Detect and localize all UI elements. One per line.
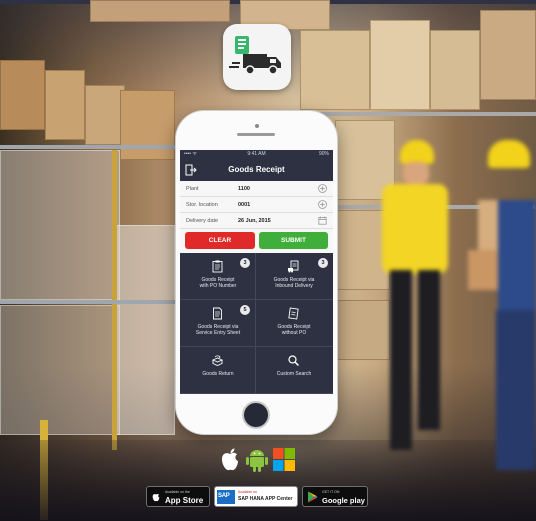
nav-title: Goods Receipt (228, 165, 285, 174)
badge-caption: GET IT ON (322, 490, 340, 494)
apple-icon (222, 448, 238, 471)
windows-icon (273, 448, 295, 471)
badge-caption: Available on (238, 490, 258, 494)
field-value: 26 Jun, 2015 (238, 218, 271, 224)
sap-app-center-badge[interactable]: SAP Available on SAP HANA APP Center (214, 486, 298, 507)
android-icon (246, 450, 268, 472)
count-badge: 3 (318, 258, 328, 268)
google-play-badge[interactable]: GET IT ON Google play (302, 486, 368, 507)
wrapped-pallet (115, 225, 175, 435)
box (120, 90, 175, 160)
apple-icon (152, 493, 160, 502)
tile-label: Goods Receipt via Service Entry Sheet (195, 324, 241, 336)
calendar-icon[interactable] (318, 216, 327, 225)
box (370, 20, 430, 110)
shelf-beam (300, 112, 536, 116)
field-value: 0001 (238, 202, 251, 208)
app-store-badge[interactable]: Available on the App Store (146, 486, 210, 507)
field-label: Plant (186, 186, 199, 192)
action-bar: CLEAR SUBMIT (180, 229, 333, 253)
sap-logo: SAP (217, 490, 235, 504)
truck-clipboard-icon (288, 260, 299, 273)
clear-button[interactable]: CLEAR (185, 232, 255, 249)
tile-custom-search[interactable]: Custom Search (256, 347, 333, 394)
search-icon (288, 355, 300, 367)
phone-speaker (237, 133, 275, 136)
battery-level: 90% (318, 151, 329, 157)
tile-gr-without-po[interactable]: Goods Receipt without PO (256, 300, 333, 347)
tile-gr-service-entry[interactable]: 5 Goods Receipt via Service Entry Sheet (180, 300, 256, 347)
google-play-icon (308, 491, 318, 503)
home-button[interactable] (242, 401, 270, 429)
menu-grid: 3 Goods Receipt with PO Number 3 Goods R… (180, 253, 333, 394)
storage-location-field[interactable]: Stor. location 0001 (180, 197, 333, 213)
status-time: 9:41 AM (247, 151, 266, 157)
field-label: Stor. location (186, 202, 218, 208)
nav-bar: Goods Receipt (180, 159, 333, 181)
worker-figure (468, 140, 536, 480)
box (90, 0, 230, 22)
wrapped-pallet (0, 305, 120, 435)
field-value: 1100 (238, 186, 250, 192)
note-icon (288, 307, 299, 320)
tile-goods-return[interactable]: Goods Return (180, 347, 256, 394)
count-badge: 5 (240, 305, 250, 315)
plus-circle-icon[interactable] (318, 184, 327, 193)
box-return-icon (211, 355, 224, 366)
tile-gr-with-po[interactable]: 3 Goods Receipt with PO Number (180, 253, 256, 300)
tile-label: Goods Return (202, 371, 234, 377)
box (85, 85, 125, 145)
wrapped-pallet (0, 150, 120, 300)
tile-label: Goods Receipt with PO Number (199, 277, 237, 289)
clipboard-icon (212, 260, 223, 273)
app-icon[interactable] (223, 24, 291, 90)
badge-title: SAP HANA APP Center (238, 496, 293, 502)
tile-label: Goods Receipt via Inbound Delivery (273, 277, 315, 289)
plus-circle-icon[interactable] (318, 200, 327, 209)
box (0, 60, 45, 130)
status-bar: •••• ᯤ 9:41 AM 90% (180, 150, 333, 159)
delivery-date-field[interactable]: Delivery date 26 Jun, 2015 (180, 213, 333, 229)
box (430, 30, 480, 110)
badge-title: Google play (322, 496, 365, 505)
tile-label: Custom Search (276, 371, 312, 377)
phone-screen: •••• ᯤ 9:41 AM 90% Goods Receipt Plant 1… (180, 150, 333, 394)
shelf-beam (0, 300, 175, 304)
field-label: Delivery date (186, 218, 219, 224)
tile-gr-inbound-delivery[interactable]: 3 Goods Receipt via Inbound Delivery (256, 253, 333, 300)
box (300, 30, 370, 110)
shelf-beam (0, 145, 175, 149)
worker-figure (380, 140, 455, 460)
badge-caption: Available on the (165, 490, 190, 494)
count-badge: 3 (240, 258, 250, 268)
tile-label: Goods Receipt without PO (277, 324, 311, 336)
receipt-form: Plant 1100 Stor. location 0001 Delivery … (180, 181, 333, 229)
box (480, 10, 536, 100)
plant-field[interactable]: Plant 1100 (180, 181, 333, 197)
document-icon (213, 307, 222, 320)
box (45, 70, 85, 140)
submit-button[interactable]: SUBMIT (259, 232, 328, 249)
badge-title: App Store (165, 496, 204, 505)
phone-camera (255, 124, 259, 128)
truck-icon (229, 36, 281, 75)
